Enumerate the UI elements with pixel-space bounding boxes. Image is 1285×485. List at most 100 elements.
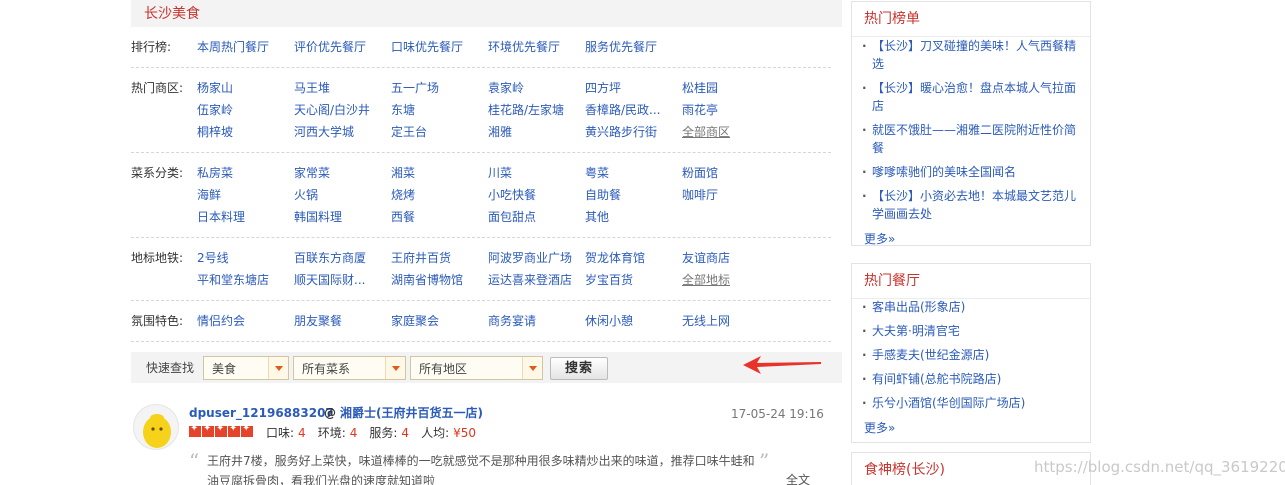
filter-link[interactable]: 杨家山 <box>197 77 233 99</box>
filter-link[interactable]: 湘菜 <box>391 162 415 184</box>
filter-link[interactable]: 四方坪 <box>585 77 621 99</box>
filter-link[interactable]: 友谊商店 <box>682 247 730 269</box>
filter-link[interactable]: 王府井百货 <box>391 247 451 269</box>
filter-link[interactable]: 无线上网 <box>682 310 730 332</box>
filter-link[interactable]: 百联东方商厦 <box>294 247 366 269</box>
filter-link[interactable]: 评价优先餐厅 <box>294 36 366 58</box>
filter-link[interactable]: 粉面馆 <box>682 162 718 184</box>
filter-link[interactable]: 香樟路/民政... <box>585 99 661 121</box>
hot-restaurant-item[interactable]: 有间虾铺(总舵书院路店) <box>862 370 1082 388</box>
filter-link[interactable]: 口味优先餐厅 <box>391 36 463 58</box>
filter-link[interactable]: 日本料理 <box>197 206 245 228</box>
filter-link[interactable]: 贺龙体育馆 <box>585 247 645 269</box>
score-value: ¥50 <box>453 426 477 440</box>
filter-link[interactable]: 桐梓坡 <box>197 121 233 143</box>
filter-link[interactable]: 顺天国际财... <box>294 269 365 291</box>
region-select[interactable]: 所有地区 <box>410 356 543 380</box>
filter-link[interactable]: 桂花路/左家塘 <box>488 99 564 121</box>
filter-link[interactable]: 东塘 <box>391 99 415 121</box>
reviewer-name-link[interactable]: dpuser_12196883207 <box>189 405 334 421</box>
filter-link[interactable]: 运达喜来登酒店 <box>488 269 572 291</box>
filter-link[interactable]: 家庭聚会 <box>391 310 439 332</box>
filter-link[interactable]: 马王堆 <box>294 77 330 99</box>
filter-link[interactable]: 雨花亭 <box>682 99 718 121</box>
filter-section-label: 排行榜: <box>131 40 172 54</box>
score-label: 口味: <box>266 426 295 440</box>
hot-list-item[interactable]: 嗲嗲嗦驰们的美味全国闻名 <box>862 163 1082 181</box>
filter-link[interactable]: 岁宝百货 <box>585 269 633 291</box>
review-scores: 口味: 4 环境: 4 服务: 4 人均: ¥50 <box>266 425 488 441</box>
hot-list-item[interactable]: 【长沙】刀叉碰撞的美味！人气西餐精选 <box>862 37 1082 73</box>
hot-restaurants-more-link[interactable]: 更多» <box>864 420 895 436</box>
filter-link[interactable]: 烧烤 <box>391 184 415 206</box>
cuisine-select[interactable]: 所有菜系 <box>293 356 406 380</box>
filter-link[interactable]: 伍家岭 <box>197 99 233 121</box>
search-button[interactable]: 搜索 <box>550 357 608 380</box>
hot-restaurant-item[interactable]: 乐兮小酒馆(华创国际广场店) <box>862 394 1082 412</box>
hot-restaurant-item-text: 客串出品(形象店) <box>872 300 966 314</box>
score-label: 服务: <box>369 426 398 440</box>
filter-link[interactable]: 阿波罗商业广场 <box>488 247 572 269</box>
hot-restaurant-item[interactable]: 大夫第·明清官宅 <box>862 322 1082 340</box>
filter-link[interactable]: 川菜 <box>488 162 512 184</box>
quick-search-label: 快速查找 <box>146 361 195 375</box>
filter-link[interactable]: 咖啡厅 <box>682 184 718 206</box>
filter-link[interactable]: 松桂园 <box>682 77 718 99</box>
filter-link[interactable]: 黄兴路步行街 <box>585 121 657 143</box>
filter-link[interactable]: 全部商区 <box>682 121 730 143</box>
filter-link[interactable]: 火锅 <box>294 184 318 206</box>
star-icon <box>189 423 201 437</box>
dashed-divider <box>131 341 831 342</box>
category-select[interactable]: 美食 <box>203 356 289 380</box>
hot-list-item[interactable]: 就医不饿肚——湘雅二医院附近性价简餐 <box>862 121 1082 157</box>
filter-link[interactable]: 西餐 <box>391 206 415 228</box>
filter-link[interactable]: 私房菜 <box>197 162 233 184</box>
review-item: dpuser_12196883207 @ 湘爵士(王府井百货五一店) 17-05… <box>131 398 842 485</box>
filter-link[interactable]: 湘雅 <box>488 121 512 143</box>
filter-link[interactable]: 袁家岭 <box>488 77 524 99</box>
hot-list-item[interactable]: 【长沙】小资必去地！本城最文艺范儿学画画去处 <box>862 187 1082 223</box>
filter-link[interactable]: 休闲小憩 <box>585 310 633 332</box>
score-value: 4 <box>349 426 358 440</box>
filter-link[interactable]: 海鲜 <box>197 184 221 206</box>
filter-link[interactable]: 天心阁/白沙井 <box>294 99 370 121</box>
hot-restaurant-item-text: 乐兮小酒馆(华创国际广场店) <box>872 396 1026 410</box>
chevron-down-icon <box>385 357 405 379</box>
filter-link[interactable]: 本周热门餐厅 <box>197 36 269 58</box>
filter-link[interactable]: 定王台 <box>391 121 427 143</box>
hot-lists-more-link[interactable]: 更多» <box>864 231 895 247</box>
filter-link[interactable]: 家常菜 <box>294 162 330 184</box>
main-column: 长沙美食 排行榜: 本周热门餐厅 评价优先餐厅 口味优先餐厅 环境优先餐厅 服务优先餐厅热… <box>131 0 842 485</box>
filter-link[interactable]: 服务优先餐厅 <box>585 36 657 58</box>
city-header-bar: 长沙美食 <box>131 0 842 27</box>
city-title: 长沙美食 <box>144 6 200 22</box>
filter-link[interactable]: 粤菜 <box>585 162 609 184</box>
filter-link[interactable]: 五一广场 <box>391 77 439 99</box>
hot-list-item-text: 【长沙】暖心治愈！盘点本城人气拉面店 <box>872 81 1077 113</box>
filter-link[interactable]: 情侣约会 <box>197 310 245 332</box>
hot-restaurant-item[interactable]: 客串出品(形象店) <box>862 298 1082 316</box>
filter-link[interactable]: 环境优先餐厅 <box>488 36 560 58</box>
filter-link[interactable]: 平和堂东塘店 <box>197 269 269 291</box>
filter-section-label: 热门商区: <box>131 81 184 95</box>
yellow-face-icon <box>143 414 171 448</box>
filter-link[interactable]: 其他 <box>585 206 609 228</box>
filter-link[interactable]: 朋友聚餐 <box>294 310 342 332</box>
filter-link[interactable]: 商务宴请 <box>488 310 536 332</box>
full-text-link[interactable]: 全文 <box>786 472 810 485</box>
region-select-value: 所有地区 <box>419 362 468 376</box>
watermark: https://blog.csdn.net/qq_36192201 <box>1034 458 1285 476</box>
filter-link[interactable]: 湖南省博物馆 <box>391 269 463 291</box>
filter-link[interactable]: 2号线 <box>197 247 229 269</box>
filter-link[interactable]: 面包甜点 <box>488 206 536 228</box>
filter-link[interactable]: 河西大学城 <box>294 121 354 143</box>
filter-link[interactable]: 自助餐 <box>585 184 621 206</box>
filter-link[interactable]: 小吃快餐 <box>488 184 536 206</box>
review-shop-link[interactable]: 湘爵士(王府井百货五一店) <box>340 405 483 421</box>
filter-link[interactable]: 韩国料理 <box>294 206 342 228</box>
hot-restaurant-item[interactable]: 手感麦夫(世纪金源店) <box>862 346 1082 364</box>
filter-link[interactable]: 全部地标 <box>682 269 730 291</box>
hot-list-item[interactable]: 【长沙】暖心治愈！盘点本城人气拉面店 <box>862 79 1082 115</box>
avatar[interactable] <box>133 404 179 450</box>
star-icon <box>215 423 227 437</box>
